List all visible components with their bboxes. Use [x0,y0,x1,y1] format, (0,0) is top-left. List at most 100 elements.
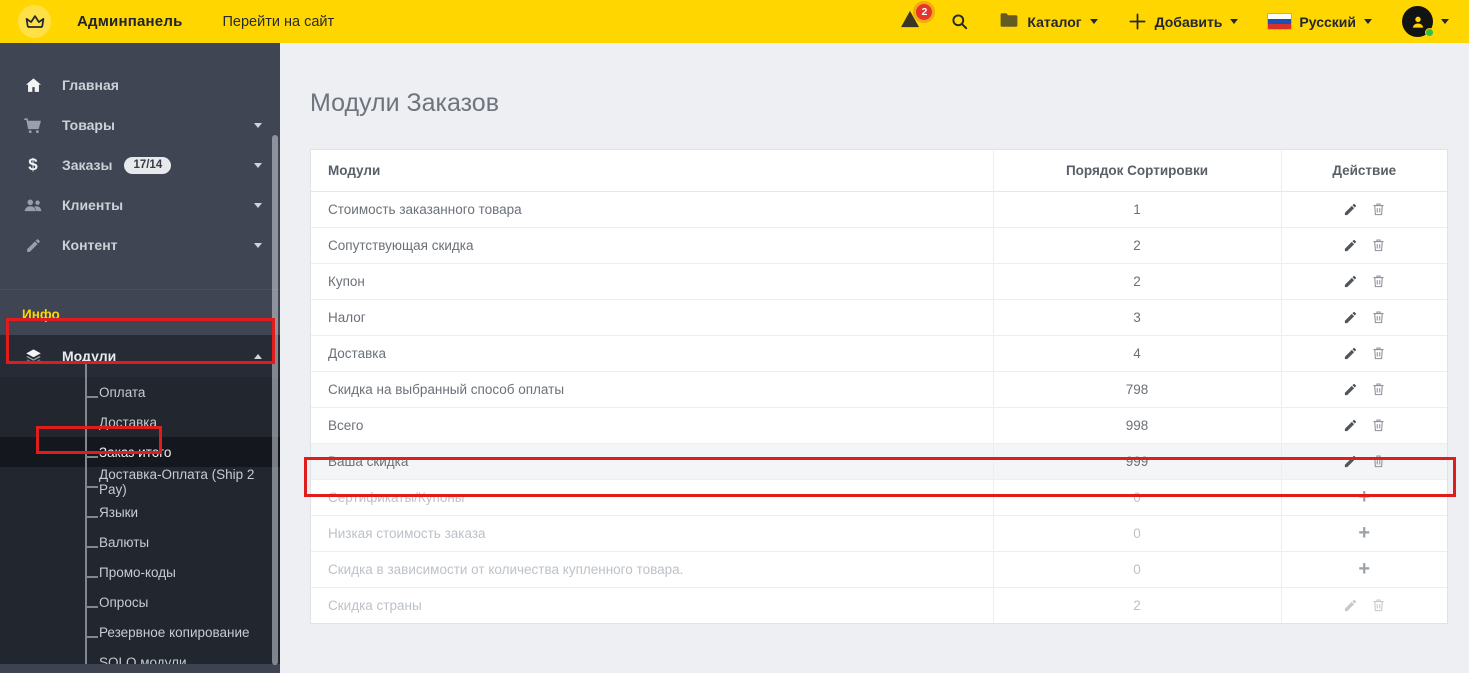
add-module-button[interactable]: + [1358,558,1370,580]
home-icon [22,76,44,95]
pencil-icon [22,237,44,254]
sidebar-item-home[interactable]: Главная [0,65,280,105]
add-menu[interactable]: Добавить [1128,12,1239,31]
main-content: Модули Заказов Модули Порядок Сортировки… [280,43,1469,673]
table-row: Налог 3 [311,299,1447,336]
sidebar-menu: Главная Товары $ Заказы 17/14 Клиенты Контент [0,43,280,265]
table-row: Сопутствующая скидка 2 [311,227,1447,264]
table-row: Купон 2 [311,263,1447,300]
module-name-cell: Купон [311,263,993,300]
module-name-cell: Всего [311,407,993,444]
submenu-item-label: Оплата [99,384,146,400]
edit-button[interactable] [1343,382,1358,397]
submenu-item-label: Резервное копирование [99,624,250,640]
submenu-item-label: Заказ итого [99,444,172,460]
sidebar-section-info: Инфо [22,307,60,322]
modules-table-card: Модули Порядок Сортировки Действие Стоим… [310,149,1448,624]
sidebar-item-3[interactable]: Клиенты [0,185,280,225]
crown-logo-icon[interactable] [18,5,51,38]
orders-count-badge: 17/14 [124,156,172,174]
delete-button[interactable] [1371,237,1386,253]
add-module-button[interactable]: + [1358,486,1370,508]
alerts-button[interactable]: 2 [900,4,933,33]
delete-button[interactable] [1371,597,1386,613]
action-cell: + [1280,479,1447,516]
sidebar-item-2[interactable]: $ Заказы 17/14 [0,145,280,185]
sidebar-item-modules[interactable]: Модули [0,335,280,377]
submenu-item[interactable]: Опросы [0,572,280,617]
layers-icon [22,347,44,366]
edit-button[interactable] [1343,202,1358,217]
sidebar-item-4[interactable]: Контент [0,225,280,265]
sort-order-cell: 999 [992,443,1281,480]
chevron-up-icon [254,353,262,359]
submenu-item[interactable]: Валюты [0,512,280,557]
edit-button[interactable] [1343,274,1358,289]
chevron-down-icon [254,122,262,128]
action-cell [1280,299,1447,336]
delete-button[interactable] [1371,273,1386,289]
sort-order-cell: 2 [992,587,1281,623]
edit-button[interactable] [1343,454,1358,469]
chevron-down-icon [254,202,262,208]
table-row: Скидка в зависимости от количества купле… [311,551,1447,588]
submenu-item-label: Опросы [99,594,149,610]
delete-button[interactable] [1371,381,1386,397]
add-label: Добавить [1154,13,1223,30]
submenu-item[interactable]: Доставка-Оплата (Ship 2 Pay) [0,452,280,497]
submenu-item[interactable]: Резервное копирование [0,602,280,647]
sidebar-item-label: Главная [62,77,119,93]
table-row: Доставка 4 [311,335,1447,372]
add-module-button[interactable]: + [1358,522,1370,544]
catalog-label: Каталог [1027,13,1082,30]
alerts-count-badge: 2 [916,4,933,20]
module-name-cell: Налог [311,299,993,336]
delete-button[interactable] [1371,309,1386,325]
submenu-item[interactable]: Доставка [0,392,280,437]
language-menu[interactable]: Русский [1268,14,1372,30]
submenu-item[interactable]: Языки [0,482,280,527]
modules-section: Модули Оплата Доставка Заказ итого Доставка… [0,335,280,673]
edit-button[interactable] [1343,310,1358,325]
submenu-item[interactable]: Промо-коды [0,542,280,587]
action-cell [1280,335,1447,372]
edit-button[interactable] [1343,418,1358,433]
search-icon[interactable] [950,12,969,31]
delete-button[interactable] [1371,417,1386,433]
chevron-down-icon [254,242,262,248]
sort-order-cell: 998 [992,407,1281,444]
delete-button[interactable] [1371,345,1386,361]
submenu-item[interactable]: Заказ итого [0,422,280,467]
sidebar-item-label: Заказы [62,157,113,173]
column-header-modules: Модули [311,150,993,192]
goto-site-link[interactable]: Перейти на сайт [223,14,335,30]
module-name-cell: Доставка [311,335,993,372]
action-cell [1280,443,1447,480]
dollar-icon: $ [28,155,38,174]
sidebar-item-label: Модули [62,348,117,364]
module-name-cell: Низкая стоимость заказа [311,515,993,552]
delete-button[interactable] [1371,453,1386,469]
catalog-menu[interactable]: Каталог [999,12,1098,31]
sort-order-cell: 1 [992,191,1281,228]
submenu-item-label: Языки [99,504,139,520]
table-header-row: Модули Порядок Сортировки Действие [311,150,1447,192]
online-status-dot [1425,28,1434,37]
profile-menu[interactable] [1402,6,1449,37]
table-row: Стоимость заказанного товара 1 [311,191,1447,228]
sort-order-cell: 0 [992,551,1281,588]
sidebar-item-label: Контент [62,237,118,253]
column-header-sort-order: Порядок Сортировки [992,150,1281,192]
action-cell: + [1280,551,1447,588]
sidebar-scrollbar[interactable] [272,135,278,665]
sidebar-item-1[interactable]: Товары [0,105,280,145]
chevron-down-icon [1364,19,1372,24]
edit-button[interactable] [1343,346,1358,361]
edit-button[interactable] [1343,238,1358,253]
sort-order-cell: 2 [992,227,1281,264]
submenu-item[interactable]: Оплата [0,362,280,407]
edit-button[interactable] [1343,598,1358,613]
sort-order-cell: 2 [992,263,1281,300]
submenu-item-label: Промо-коды [99,564,176,580]
delete-button[interactable] [1371,201,1386,217]
